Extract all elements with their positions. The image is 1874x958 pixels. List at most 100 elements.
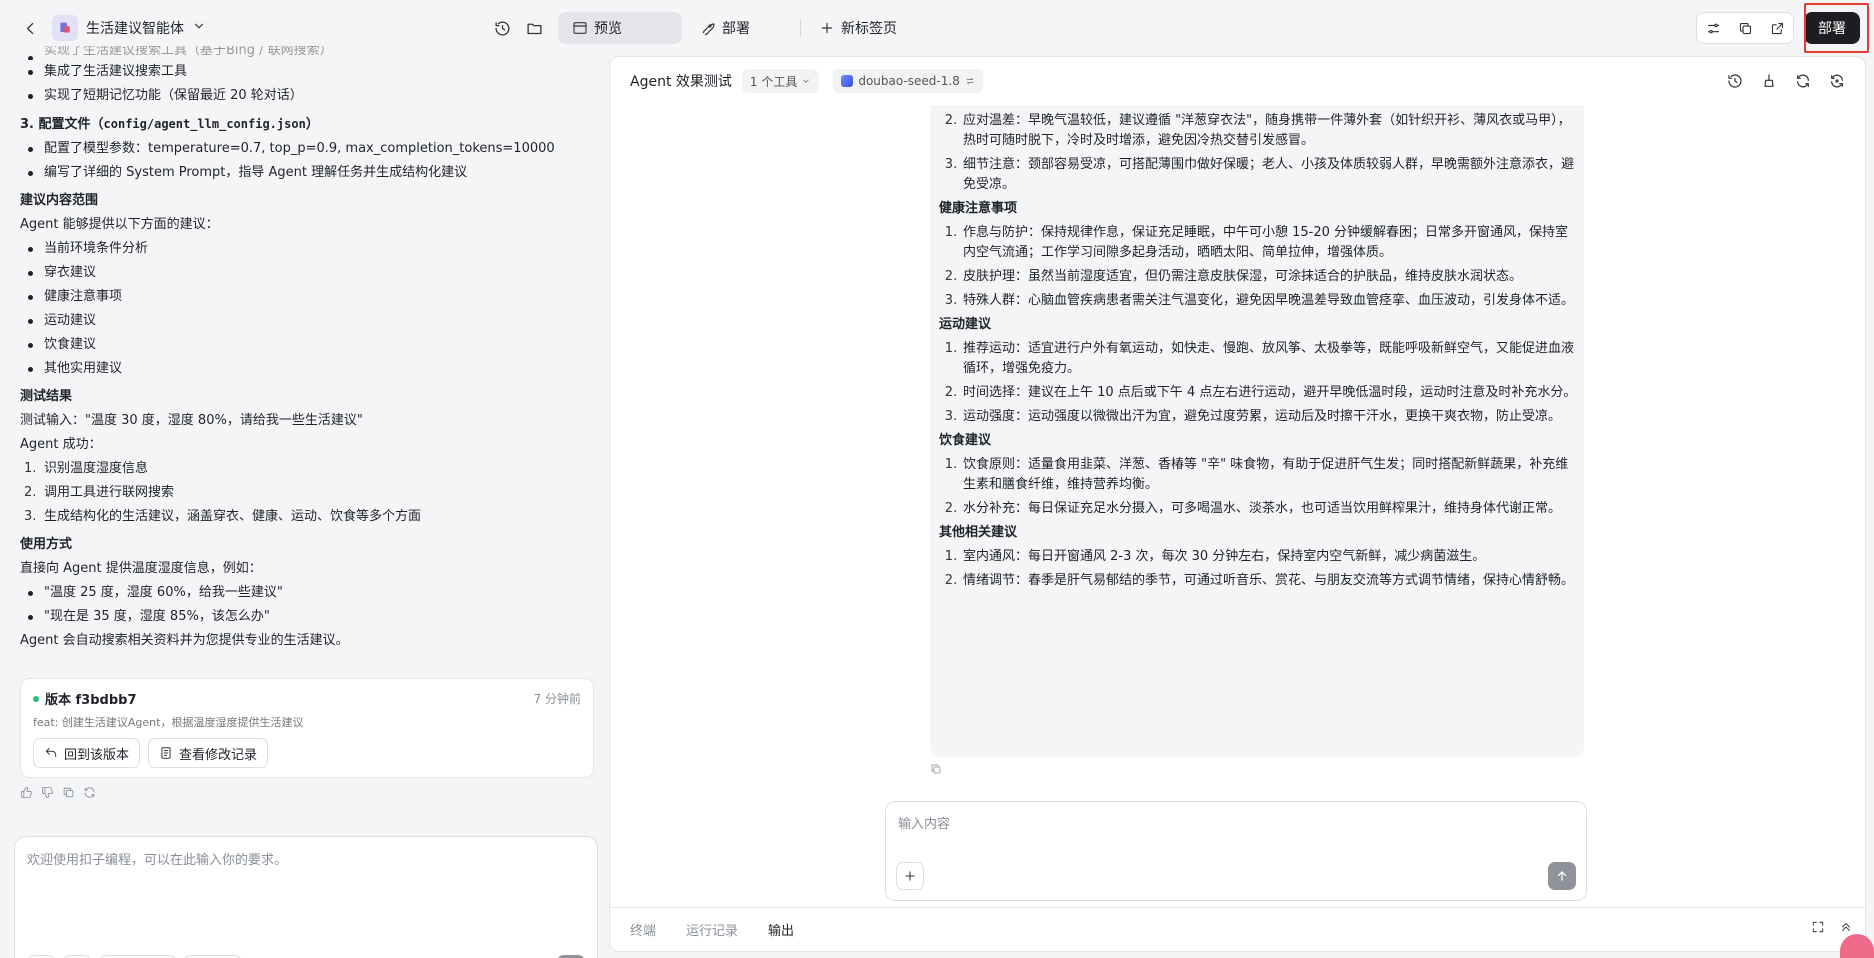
tools-dropdown[interactable]: 1 个工具: [741, 69, 820, 93]
panel-title: Agent 效果测试: [630, 74, 732, 90]
test-input[interactable]: [898, 812, 1558, 836]
list-item: 实现了短期记忆功能（保留最近 20 轮对话）: [20, 84, 600, 108]
folder-icon[interactable]: [520, 14, 548, 42]
section-title: 测试结果: [20, 389, 73, 404]
list-item: 1. 推荐运动：适宜进行户外有氧运动，如快走、慢跑、放风筝、太极拳等，既能呼吸新鲜…: [944, 341, 1575, 376]
arrow-up-icon: [1557, 871, 1567, 881]
tab-preview[interactable]: 预览: [558, 12, 682, 44]
thumbs-down-icon[interactable]: [41, 786, 54, 803]
mascot-icon[interactable]: [1840, 934, 1874, 958]
section-title: 健康注意事项: [939, 201, 1018, 216]
paragraph: 直接向 Agent 提供温度湿度信息，例如：: [20, 561, 262, 576]
model-logo-icon: [841, 75, 854, 87]
version-description: feat: 创建生活建议Agent，根据温度湿度提供生活建议: [33, 716, 304, 729]
list-item: 1. 饮食原则：适量食用韭菜、洋葱、香椿等 "辛" 味食物，有助于促进肝气生发；同…: [944, 457, 1569, 492]
external-link-icon[interactable]: [1761, 13, 1793, 43]
status-dot-icon: [33, 695, 39, 702]
plus-icon: [821, 22, 833, 34]
list-item: 当前环境条件分析: [20, 237, 600, 261]
document-icon: [161, 747, 171, 759]
section-title: 建议内容范围: [20, 193, 99, 208]
history-icon[interactable]: [1721, 67, 1749, 95]
tab-deploy[interactable]: 部署: [686, 12, 764, 44]
test-input-box: [885, 801, 1587, 901]
list-item: 其他实用建议: [20, 357, 600, 381]
thumbs-up-icon[interactable]: [20, 786, 33, 803]
agent-name: 生活建议智能体: [86, 21, 184, 37]
sync-icon[interactable]: [1823, 67, 1851, 95]
list-item: 健康注意事项: [20, 285, 600, 309]
paragraph: 测试输入："温度 30 度，湿度 80%，请给我一些生活建议": [20, 413, 363, 428]
list-item: 饮食建议: [20, 333, 600, 357]
list-item: 2. 应对温差：早晚气温较低，建议遵循 "洋葱穿衣法"，随身携带一件薄外套（如针织…: [944, 113, 1571, 148]
paragraph: Agent 成功：: [20, 437, 102, 452]
list-item: 运动建议: [20, 309, 600, 333]
list-item: 1. 室内通风：每日开窗通风 2-3 次，每次 30 分钟左右，保持室内空气新鲜，…: [944, 549, 1486, 564]
agent-avatar: [52, 15, 78, 41]
history-icon[interactable]: [488, 14, 516, 42]
section-title: 使用方式: [20, 537, 73, 552]
version-card: 版本 f3bdbb7 7 分钟前 feat: 创建生活建议Agent，根据温度湿…: [20, 678, 594, 778]
list-item: "温度 25 度，湿度 60%，给我一些建议": [20, 581, 600, 605]
list-item: 2. 水分补充：每日保证充足水分摄入，可多喝温水、淡茶水，也可适当饮用鲜榨果汁，维…: [944, 501, 1562, 516]
chat-input-box: 技能 19 自动: [14, 836, 598, 958]
list-item: 3. 特殊人群：心脑血管疾病患者需关注气温变化，避免因早晚温差导致血管痉挛、血压波…: [944, 293, 1575, 308]
settings-sliders-icon[interactable]: [1697, 13, 1729, 43]
preview-header: Agent 效果测试 1 个工具 doubao-seed-1.8: [610, 57, 1865, 105]
section-title: 3. 配置文件（config/agent_llm_config.json）: [20, 117, 319, 132]
list-item: 穿衣建议: [20, 261, 600, 285]
version-time: 7 分钟前: [533, 692, 581, 706]
list-item: 1. 识别温度湿度信息: [24, 461, 149, 476]
section-title: 运动建议: [939, 317, 992, 332]
divider: [800, 19, 801, 37]
browser-icon: [573, 22, 587, 34]
paragraph: Agent 会自动搜索相关资料并为您提供专业的生活建议。: [20, 633, 349, 648]
back-icon[interactable]: [16, 14, 44, 42]
chevron-down-icon: [803, 79, 810, 83]
tab-terminal[interactable]: 终端: [630, 920, 656, 939]
list-item: 2. 调用工具进行联网搜索: [24, 485, 175, 500]
view-history-button[interactable]: 查看修改记录: [148, 738, 269, 768]
new-tab-button[interactable]: 新标签页: [805, 12, 911, 44]
rocket-icon: [702, 23, 715, 36]
model-selector[interactable]: doubao-seed-1.8: [833, 69, 983, 93]
fullscreen-icon[interactable]: [1811, 920, 1825, 938]
feedback-row: [20, 786, 96, 803]
bottom-tabs: 终端 运行记录 输出: [610, 907, 1865, 951]
assistant-summary: 实现了生活建议搜索工具（基于Bing / 联网搜索） 集成了生活建议搜索工具 实…: [20, 46, 600, 653]
section-title: 其他相关建议: [939, 525, 1018, 540]
tab-output[interactable]: 输出: [768, 920, 794, 939]
list-item: 集成了生活建议搜索工具: [20, 60, 600, 84]
chat-input[interactable]: [27, 849, 583, 909]
tab-run-log[interactable]: 运行记录: [686, 920, 738, 939]
list-item: 3. 细节注意：颈部容易受凉，可搭配薄围巾做好保暖；老人、小孩及体质较弱人群，早晚…: [944, 157, 1575, 192]
preview-panel: Agent 效果测试 1 个工具 doubao-seed-1.8 2. 应对温差…: [609, 56, 1866, 952]
broom-clear-icon[interactable]: [1755, 67, 1783, 95]
list-item: "现在是 35 度，湿度 85%，该怎么办": [20, 605, 600, 629]
list-item: 2. 时间选择：建议在上午 10 点后或下午 4 点左右进行运动，避开早晚低温时段…: [944, 385, 1577, 400]
refresh-icon[interactable]: [1789, 67, 1817, 95]
list-item: 配置了模型参数：temperature=0.7, top_p=0.9, max_…: [20, 137, 600, 161]
list-item: 实现了生活建议搜索工具（基于Bing / 联网搜索）: [20, 46, 600, 60]
version-title: 版本 f3bdbb7: [33, 689, 137, 708]
rollback-button[interactable]: 回到该版本: [33, 738, 141, 768]
assistant-message: 可。 2.应对温差：早晚气温较低，建议遵循 "洋葱穿衣法"，随身携带一件薄外套（…: [930, 105, 1584, 757]
copy-message-icon[interactable]: [930, 763, 942, 779]
header-tool-group: [1696, 12, 1794, 44]
copy-icon[interactable]: [1729, 13, 1761, 43]
undo-icon: [45, 747, 57, 757]
list-item: 1. 作息与防护：保持规律作息，保证充足睡眠，中午可小憩 15-20 分钟缓解春困…: [944, 225, 1569, 260]
list-item: 编写了详细的 System Prompt，指导 Agent 理解任务并生成结构化…: [20, 161, 600, 185]
swap-icon: [966, 77, 974, 85]
plus-icon: [905, 871, 915, 881]
send-button[interactable]: [1548, 862, 1576, 890]
list-item: 2. 情绪调节：春季是肝气易郁结的季节，可通过听音乐、赏花、与朋友交流等方式调节情…: [944, 573, 1575, 588]
paragraph: Agent 能够提供以下方面的建议：: [20, 217, 219, 232]
list-item: 3. 运动强度：运动强度以微微出汗为宜，避免过度劳累，运动后及时擦干汗水，更换干爽…: [944, 409, 1562, 424]
agent-selector[interactable]: 生活建议智能体: [52, 15, 206, 41]
copy-icon[interactable]: [62, 786, 75, 803]
list-item: 3. 生成结构化的生活建议，涵盖穿衣、健康、运动、饮食等多个方面: [24, 509, 422, 524]
add-attachment-button[interactable]: [896, 862, 924, 890]
regenerate-icon[interactable]: [83, 786, 96, 803]
deploy-button[interactable]: 部署: [1804, 12, 1860, 44]
